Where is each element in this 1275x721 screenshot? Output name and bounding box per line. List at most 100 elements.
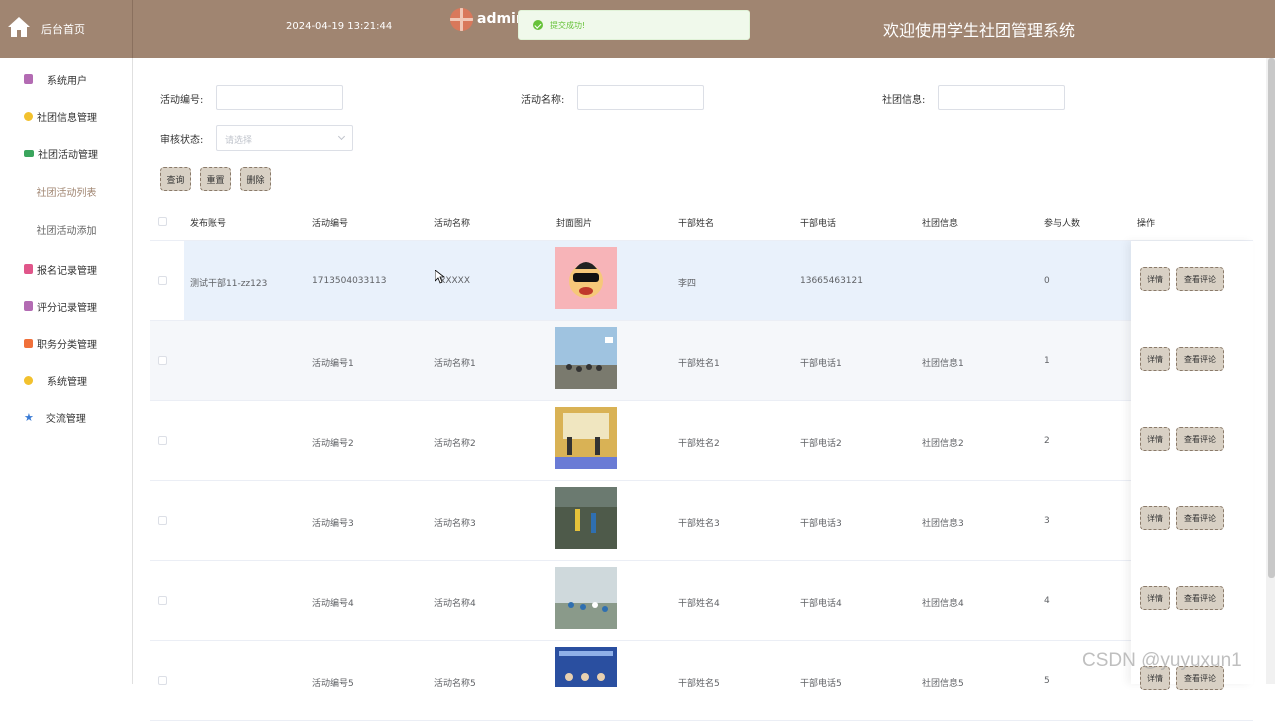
club-info-input[interactable] [938,85,1065,110]
select-placeholder: 请选择 [225,136,253,146]
cell-count: 4 [1044,596,1050,606]
detail-button[interactable]: 详情 [1140,506,1170,530]
cell-activity-no: 活动编号3 [312,519,354,529]
cell-count: 5 [1044,676,1050,686]
cell-activity-no: 活动编号2 [312,439,354,449]
query-button[interactable]: 查询 [160,167,191,191]
cell-count: 1 [1044,356,1050,366]
sidebar-item-users[interactable]: 系统用户 [0,69,133,89]
check-circle-icon [533,20,543,30]
cell-cadre-phone: 干部电话5 [800,679,842,689]
cell-cadre-name: 李四 [678,279,697,289]
cell-cadre-name: 干部姓名1 [678,359,720,369]
sidebar-item-club-activity[interactable]: 社团活动管理 [0,143,133,163]
cell-club-info: 社团信息5 [922,679,964,689]
cover-image[interactable] [555,567,617,629]
table-row[interactable]: 活动编号1 活动名称1 干部姓名1 干部电话1 社团信息1 1 [150,321,1253,401]
cover-image[interactable] [555,247,617,309]
cell-activity-no: 活动编号4 [312,599,354,609]
view-comments-button[interactable]: 查看评论 [1176,427,1224,451]
cover-image[interactable] [555,407,617,469]
activity-no-input[interactable] [216,85,343,110]
cell-activity-name: 活动名称3 [434,519,476,529]
view-comments-button[interactable]: 查看评论 [1176,267,1224,291]
row-checkbox[interactable] [158,516,167,525]
sidebar-item-label: 交流管理 [45,413,86,425]
sidebar-item-label: 报名记录管理 [37,265,97,277]
cell-activity-no: 活动编号5 [312,679,354,689]
mouse-cursor-icon [435,270,445,284]
message-icon [24,149,34,157]
home-icon [8,17,30,37]
detail-button[interactable]: 详情 [1140,586,1170,610]
detail-button[interactable]: 详情 [1140,427,1170,451]
cell-count: 2 [1044,436,1050,446]
sidebar-subitem-activity-add[interactable]: 社团活动添加 [0,222,133,237]
table-row[interactable]: 活动编号2 活动名称2 干部姓名2 干部电话2 社团信息2 2 [150,401,1253,481]
user-icon [24,74,33,84]
view-comments-button[interactable]: 查看评论 [1176,347,1224,371]
site-title: 欢迎使用学生社团管理系统 [883,21,1076,40]
cell-club-info: 社团信息4 [922,599,964,609]
th-cadre-phone: 干部电话 [800,219,837,229]
cover-image[interactable] [555,487,617,549]
chevron-down-icon [337,132,346,141]
scrollbar-thumb[interactable] [1268,58,1275,578]
cell-club-info: 社团信息2 [922,439,964,449]
cell-club-info: 社团信息3 [922,519,964,529]
cell-count: 0 [1044,276,1050,286]
row-checkbox[interactable] [158,436,167,445]
sidebar-item-signup-records[interactable]: 报名记录管理 [0,259,133,279]
delete-button[interactable]: 删除 [240,167,271,191]
table-row[interactable]: 活动编号4 活动名称4 干部姓名4 干部电话4 社团信息4 4 [150,561,1253,641]
sidebar-item-position-category[interactable]: 职务分类管理 [0,333,133,353]
cover-image[interactable] [555,327,617,389]
avatar[interactable] [450,8,473,31]
th-club-info: 社团信息 [922,219,959,229]
cell-cadre-phone: 干部电话4 [800,599,842,609]
activity-no-label: 活动编号: [160,95,204,106]
cell-cadre-name: 干部姓名3 [678,519,720,529]
activity-name-input[interactable] [577,85,704,110]
cell-cadre-name: 干部姓名2 [678,439,720,449]
cell-account: 测试干部11-zz123 [190,279,268,289]
cover-image[interactable] [555,647,617,687]
detail-button[interactable]: 详情 [1140,347,1170,371]
home-link[interactable]: 后台首页 [0,0,133,58]
sidebar-item-communication[interactable]: ★ 交流管理 [0,407,133,427]
success-toast: 提交成功! [518,10,750,40]
sidebar-subitem-activity-list[interactable]: 社团活动列表 [0,184,133,199]
row-checkbox[interactable] [158,596,167,605]
toast-message: 提交成功! [550,20,586,30]
reset-button[interactable]: 重置 [200,167,231,191]
select-all-checkbox[interactable] [158,217,167,226]
sidebar-item-label: 社团信息管理 [37,112,97,124]
cell-cadre-name: 干部姓名5 [678,679,720,689]
view-comments-button[interactable]: 查看评论 [1176,506,1224,530]
sidebar-item-system[interactable]: 系统管理 [0,370,133,390]
row-checkbox[interactable] [158,356,167,365]
table-row[interactable]: 活动编号3 活动名称3 干部姓名3 干部电话3 社团信息3 3 [150,481,1253,561]
doc-icon [24,264,33,274]
sidebar-item-club-info[interactable]: 社团信息管理 [0,106,133,126]
th-activity-name: 活动名称 [434,219,471,229]
detail-button[interactable]: 详情 [1140,267,1170,291]
star-icon: ★ [24,410,34,424]
activity-name-label: 活动名称: [521,95,565,106]
grid-icon [24,338,33,348]
review-status-label: 审核状态: [160,135,204,146]
table-row[interactable]: 测试干部11-zz123 1713504033113 xXXXX 李四 1366… [150,241,1253,321]
row-checkbox[interactable] [158,276,167,285]
review-status-select[interactable]: 请选择 [216,125,353,151]
sidebar-item-score-records[interactable]: 评分记录管理 [0,296,133,316]
th-cadre-name: 干部姓名 [678,219,715,229]
cell-cadre-phone: 干部电话3 [800,519,842,529]
view-comments-button[interactable]: 查看评论 [1176,586,1224,610]
sidebar-item-label: 社团活动管理 [38,149,98,161]
th-actions: 操作 [1137,219,1156,229]
th-cover: 封面图片 [556,219,593,229]
sidebar-item-label: 系统用户 [47,75,87,87]
cube-icon [24,111,33,121]
cell-activity-name: 活动名称5 [434,679,476,689]
watermark: CSDN @yuyuxun1 [1082,650,1242,671]
